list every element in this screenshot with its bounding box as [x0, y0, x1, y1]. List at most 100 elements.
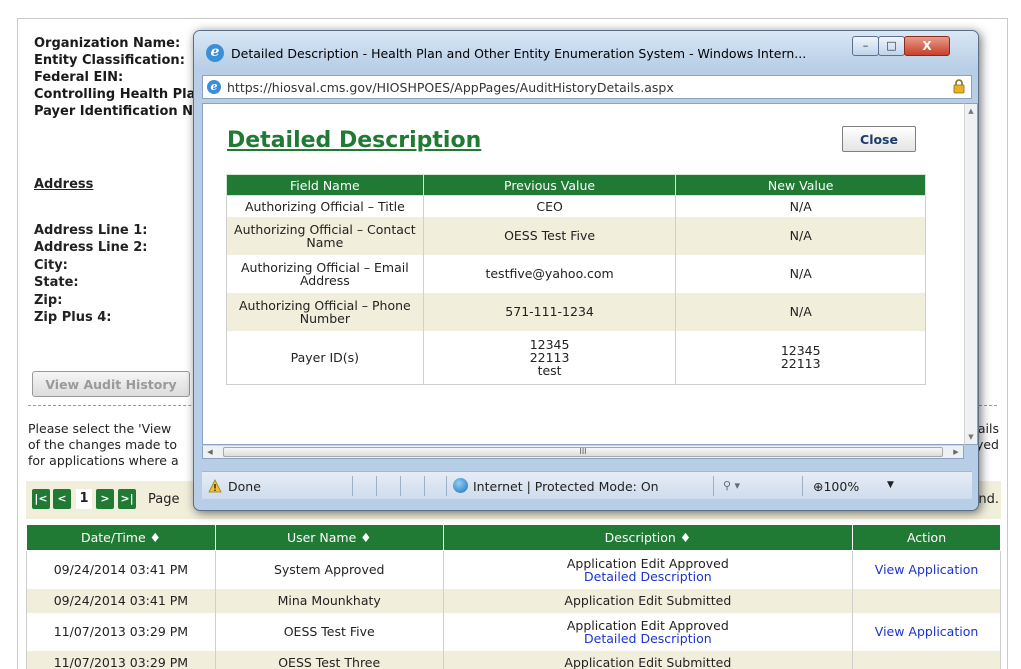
- column-header-previous-value: Previous Value: [422, 174, 677, 196]
- previous-value-cell: 12345 22113 test: [422, 330, 677, 385]
- view-application-link[interactable]: View Application: [875, 624, 978, 639]
- detailed-description-link[interactable]: Detailed Description: [444, 632, 853, 645]
- new-value-cell: N/A: [675, 254, 926, 293]
- description-cell: Application Edit Approved Detailed Descri…: [442, 612, 854, 651]
- user-cell: Mina Mounkhaty: [214, 588, 444, 613]
- table-row: Authorizing Official – Phone Number 571-…: [226, 292, 926, 331]
- column-header-new-value: New Value: [675, 174, 926, 196]
- action-cell: View Application: [852, 612, 1001, 651]
- horizontal-scrollbar[interactable]: ◀ III ▶: [202, 445, 964, 459]
- vertical-scrollbar[interactable]: ▲ ▼: [964, 103, 978, 445]
- status-text: Done: [228, 479, 261, 494]
- url-text[interactable]: https://hiosval.cms.gov/HIOSHPOES/AppPag…: [227, 80, 674, 95]
- prev-page-button[interactable]: <: [53, 489, 71, 509]
- internet-explorer-icon: e: [206, 44, 224, 62]
- column-header-field-name: Field Name: [226, 174, 424, 196]
- maximize-button[interactable]: □: [878, 36, 905, 56]
- scroll-right-arrow-icon[interactable]: ▶: [949, 446, 963, 458]
- zip-plus-4-label: Zip Plus 4:: [34, 310, 112, 325]
- minimize-button[interactable]: –: [852, 36, 879, 56]
- close-button[interactable]: Close: [842, 126, 916, 152]
- date-cell: 09/24/2014 03:41 PM: [26, 588, 216, 613]
- current-page-number: 1: [76, 489, 92, 509]
- scrollbar-thumb[interactable]: III: [223, 447, 943, 457]
- security-zone-text[interactable]: Internet | Protected Mode: On: [473, 479, 659, 494]
- date-cell: 11/07/2013 03:29 PM: [26, 650, 216, 669]
- instructions-line-3: for applications where a: [28, 453, 179, 468]
- table-row: Authorizing Official – Contact Name OESS…: [226, 216, 926, 255]
- view-audit-history-button[interactable]: View Audit History: [32, 371, 190, 397]
- detailed-description-link[interactable]: Detailed Description: [444, 570, 853, 583]
- table-row: 11/07/2013 03:29 PM OESS Test Five Appli…: [26, 612, 1001, 651]
- field-name-cell: Authorizing Official – Phone Number: [226, 292, 424, 331]
- zoom-value: 100%: [823, 479, 860, 494]
- field-name-cell: Authorizing Official – Title: [226, 195, 424, 217]
- table-row: 09/24/2014 03:41 PM System Approved Appl…: [26, 550, 1001, 589]
- next-page-button[interactable]: >: [96, 489, 114, 509]
- status-separator: [400, 476, 401, 496]
- new-value-cell: 12345 22113: [675, 330, 926, 385]
- description-cell: Application Edit Submitted: [442, 588, 854, 613]
- popup-window: e Detailed Description - Health Plan and…: [193, 30, 979, 511]
- status-bar: Done Internet | Protected Mode: On ⚲ ▾ ⊕…: [202, 471, 972, 499]
- description-text: Application Edit Approved: [566, 617, 729, 633]
- window-title: Detailed Description - Health Plan and O…: [231, 46, 807, 61]
- entity-classification-label: Entity Classification:: [34, 53, 185, 68]
- user-cell: OESS Test Three: [214, 650, 444, 669]
- table-row: Authorizing Official – Email Address tes…: [226, 254, 926, 293]
- address-bar[interactable]: e https://hiosval.cms.gov/HIOSHPOES/AppP…: [202, 75, 972, 99]
- detailed-description-table: Field Name Previous Value New Value Auth…: [226, 174, 926, 385]
- instructions-line-2: of the changes made to: [28, 437, 177, 452]
- protected-mode-settings-icon[interactable]: ⚲ ▾: [723, 479, 740, 492]
- instructions-line-1: Please select the 'View: [28, 421, 172, 436]
- field-name-cell: Payer ID(s): [226, 330, 424, 385]
- scroll-left-arrow-icon[interactable]: ◀: [203, 446, 217, 458]
- address-heading: Address: [34, 177, 94, 192]
- description-cell: Application Edit Approved Detailed Descri…: [442, 550, 854, 589]
- column-header-date-time[interactable]: Date/Time ♦: [26, 524, 216, 551]
- field-name-cell: Authorizing Official – Email Address: [226, 254, 424, 293]
- state-label: State:: [34, 275, 79, 290]
- column-header-description[interactable]: Description ♦: [442, 524, 854, 551]
- zoom-dropdown-icon[interactable]: ▼: [887, 480, 894, 490]
- table-row: 09/24/2014 03:41 PM Mina Mounkhaty Appli…: [26, 588, 1001, 613]
- view-application-link[interactable]: View Application: [875, 562, 978, 577]
- scroll-up-arrow-icon[interactable]: ▲: [965, 104, 977, 118]
- status-separator: [352, 476, 353, 496]
- action-cell: View Application: [852, 550, 1001, 589]
- column-header-user-name[interactable]: User Name ♦: [214, 524, 444, 551]
- new-value-cell: N/A: [675, 292, 926, 331]
- action-cell: [852, 588, 1001, 613]
- first-page-button[interactable]: |<: [32, 489, 50, 509]
- description-cell: Application Edit Submitted: [442, 650, 854, 669]
- status-separator: [446, 476, 447, 496]
- previous-value-cell: CEO: [422, 195, 677, 217]
- column-header-action: Action: [852, 524, 1001, 551]
- table-row: 11/07/2013 03:29 PM OESS Test Three Appl…: [26, 650, 1001, 669]
- zoom-level[interactable]: ⊕100%: [813, 479, 859, 494]
- window-titlebar[interactable]: e Detailed Description - Health Plan and…: [194, 31, 978, 69]
- previous-value-cell: 571-111-1234: [422, 292, 677, 331]
- address-line-1-label: Address Line 1:: [34, 223, 148, 238]
- scroll-down-arrow-icon[interactable]: ▼: [965, 430, 977, 444]
- federal-ein-label: Federal EIN:: [34, 70, 124, 85]
- previous-value-cell: OESS Test Five: [422, 216, 677, 255]
- audit-history-table: Date/Time ♦ User Name ♦ Description ♦ Ac…: [26, 524, 1001, 669]
- window-close-button[interactable]: X: [904, 36, 950, 56]
- instructions-right-1: ails: [977, 421, 999, 436]
- table-row: Payer ID(s) 12345 22113 test 12345 22113: [226, 330, 926, 385]
- status-separator: [376, 476, 377, 496]
- user-cell: System Approved: [214, 550, 444, 589]
- instructions-right-2: yed: [975, 437, 999, 452]
- date-cell: 09/24/2014 03:41 PM: [26, 550, 216, 589]
- zip-label: Zip:: [34, 293, 63, 308]
- address-line-2-label: Address Line 2:: [34, 240, 148, 255]
- page-title: Detailed Description: [227, 128, 482, 153]
- globe-icon: [453, 478, 468, 493]
- field-name-cell: Authorizing Official – Contact Name: [226, 216, 424, 255]
- table-row: Authorizing Official – Title CEO N/A: [226, 195, 926, 217]
- organization-name-label: Organization Name:: [34, 36, 181, 51]
- controlling-health-plan-label: Controlling Health Pla: [34, 87, 196, 102]
- last-page-button[interactable]: >|: [118, 489, 136, 509]
- action-cell: [852, 650, 1001, 669]
